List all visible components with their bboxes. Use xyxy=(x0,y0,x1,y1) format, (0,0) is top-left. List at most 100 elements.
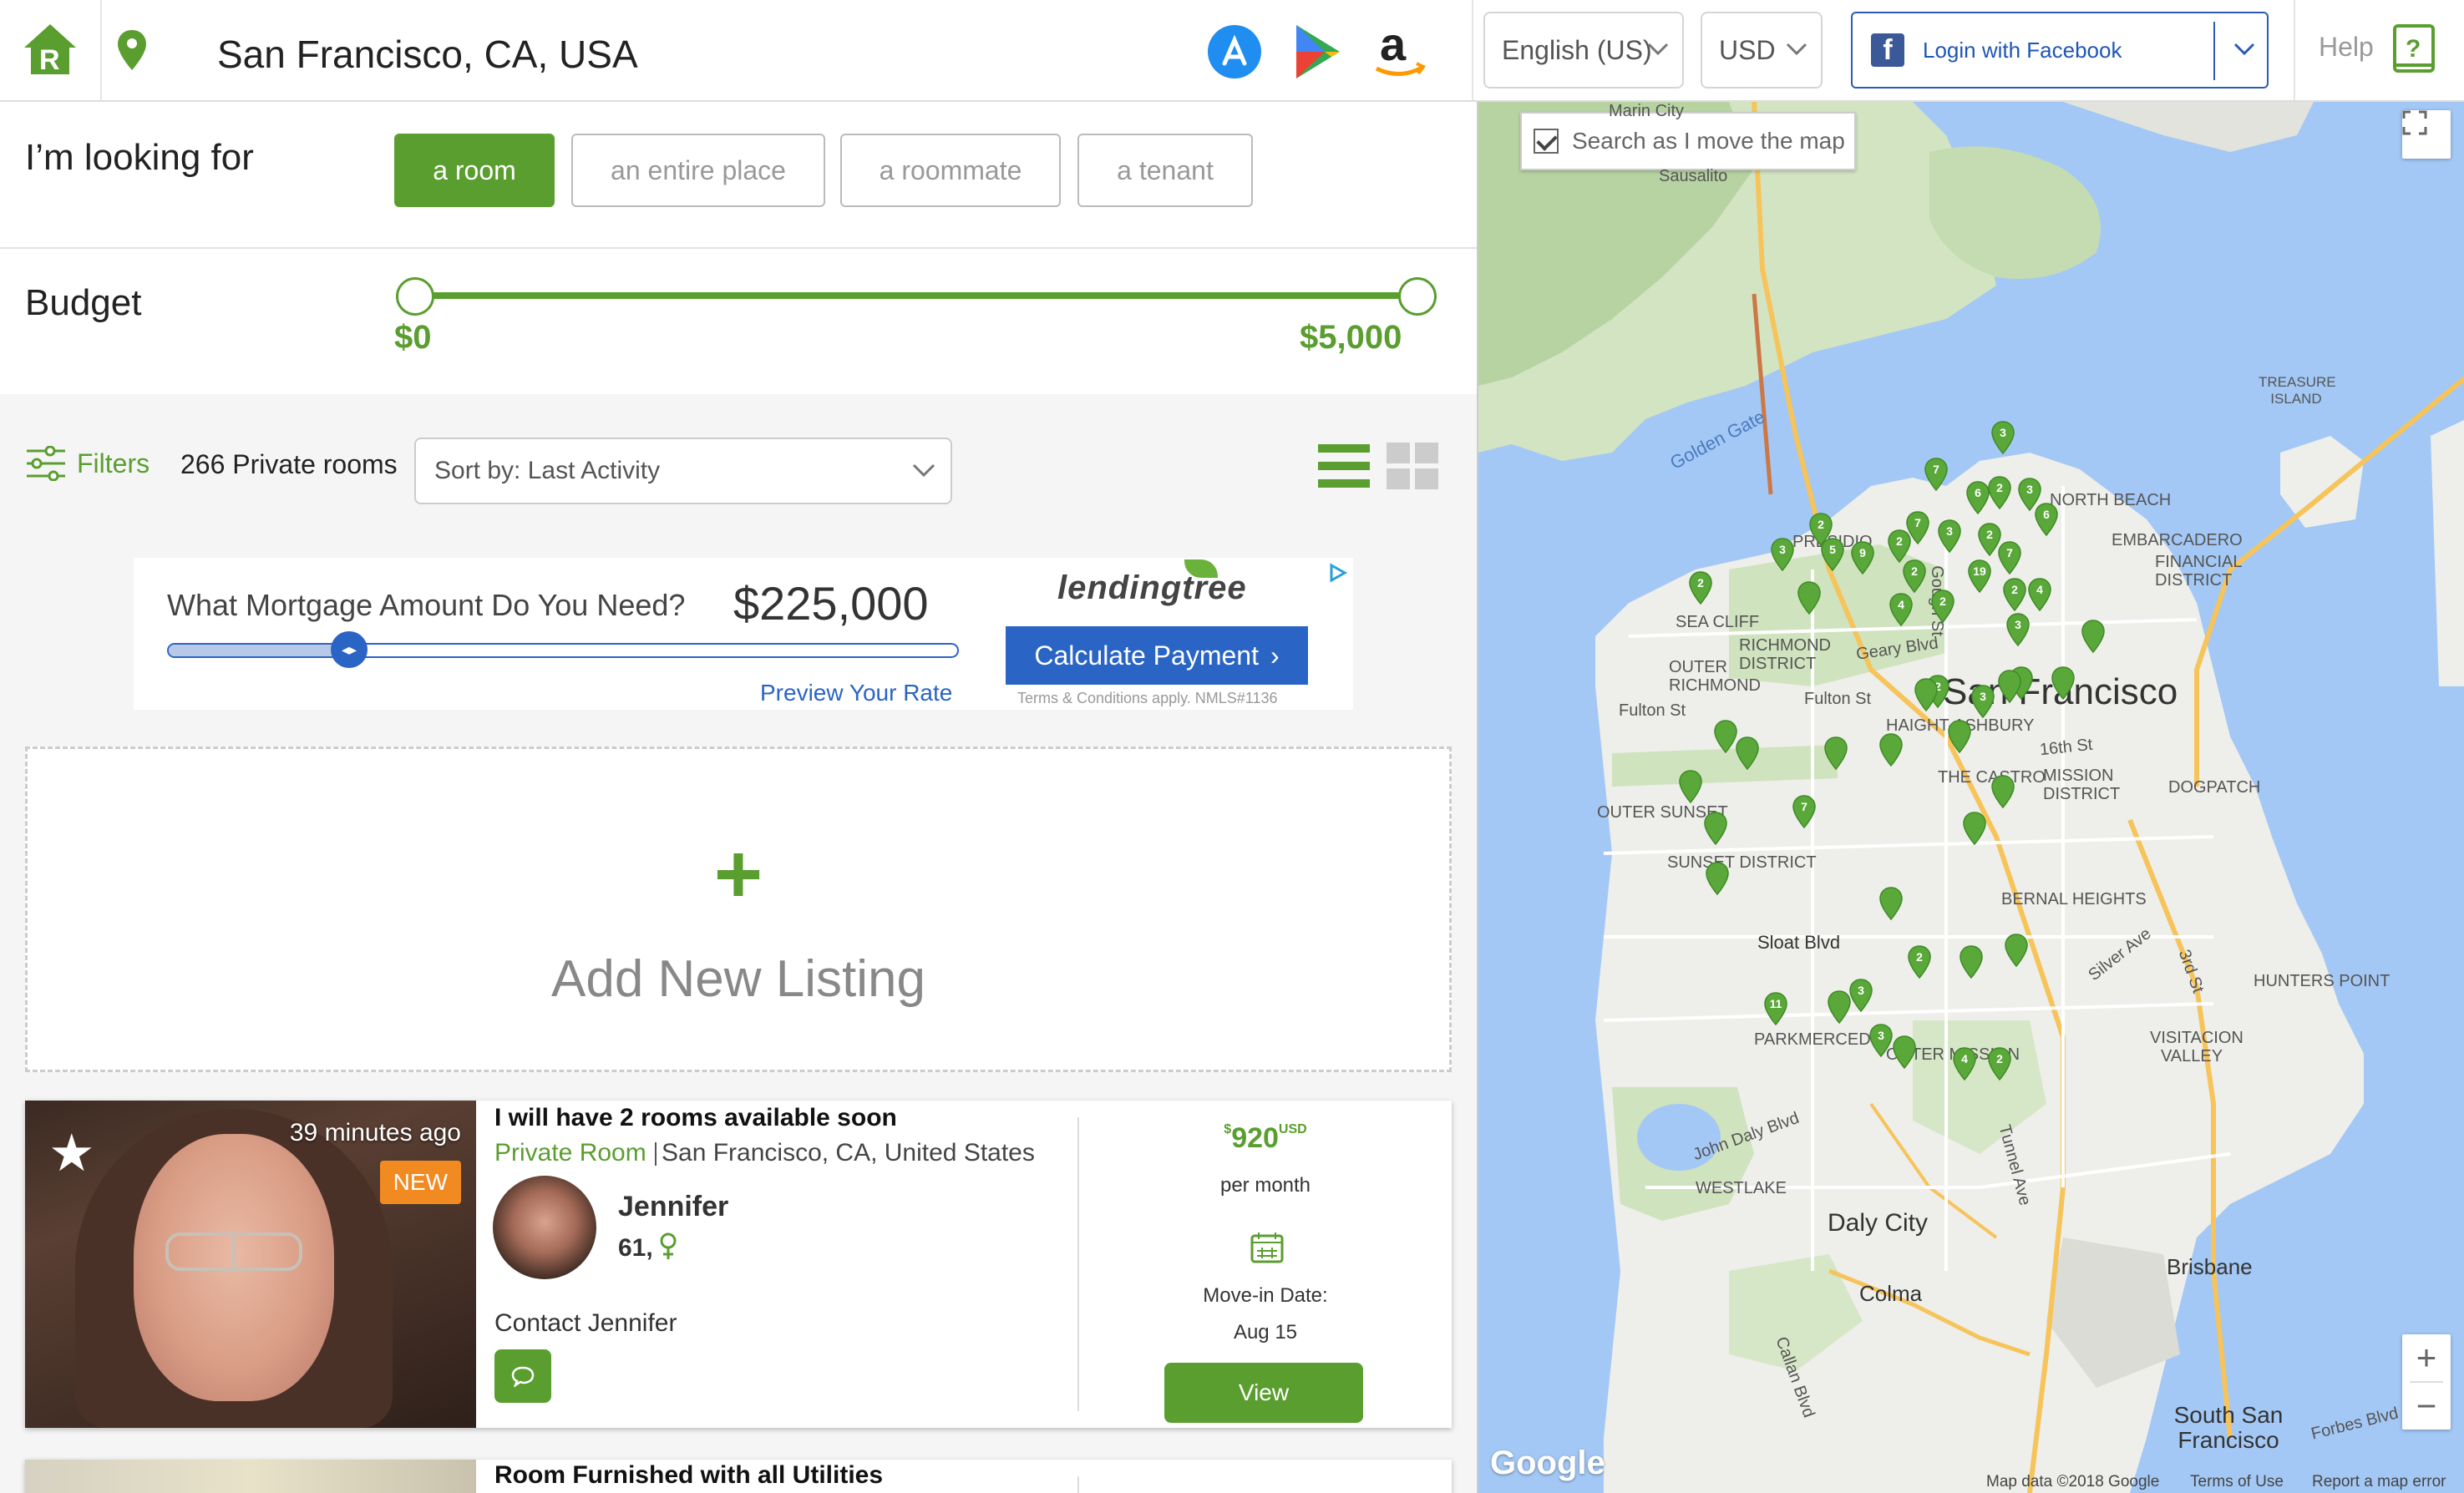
listing-title[interactable]: Room Furnished with all Utilities xyxy=(494,1461,883,1490)
message-button[interactable] xyxy=(494,1349,551,1403)
map-marker-pin[interactable]: 3 xyxy=(1848,979,1873,1012)
currency-select[interactable]: USD xyxy=(1701,12,1823,89)
map-marker-pin[interactable] xyxy=(1703,812,1728,845)
map-marker-pin[interactable]: 3 xyxy=(1970,685,1995,718)
filters-button[interactable]: Filters xyxy=(25,446,150,481)
map-marker-pin[interactable] xyxy=(1947,720,1972,753)
map-marker-pin[interactable]: 2 xyxy=(1930,590,1955,623)
map-marker-pin[interactable]: 3 xyxy=(1868,1024,1894,1057)
type-roommate-button[interactable]: a roommate xyxy=(840,134,1061,207)
report-map-error-link[interactable]: Report a map error xyxy=(2312,1473,2446,1491)
list-view-icon[interactable] xyxy=(1318,443,1370,493)
google-play-icon[interactable] xyxy=(1288,22,1348,82)
listing-photo[interactable] xyxy=(25,1460,476,1493)
search-as-move-checkbox[interactable]: Search as I move the map xyxy=(1520,112,1856,170)
map-marker-pin[interactable]: 3 xyxy=(1990,421,2015,454)
map-marker-pin[interactable]: 7 xyxy=(1997,541,2022,574)
zoom-in-button[interactable]: + xyxy=(2402,1334,2451,1381)
map-label-colma: Colma xyxy=(1859,1281,1923,1306)
map-marker-pin[interactable]: 3 xyxy=(1937,519,1962,553)
map-marker-pin[interactable] xyxy=(2081,620,2106,653)
map-marker-pin[interactable] xyxy=(1827,990,1852,1024)
map-marker-pin[interactable]: 5 xyxy=(1820,538,1845,571)
map-terms-link[interactable]: Terms of Use xyxy=(2190,1473,2284,1491)
calculate-payment-button[interactable]: Calculate Payment › xyxy=(1006,626,1308,685)
chevron-down-icon[interactable] xyxy=(2233,42,2255,57)
svg-text:3: 3 xyxy=(2000,426,2006,439)
amazon-icon[interactable]: a xyxy=(1370,22,1430,82)
help-book-icon[interactable]: ? xyxy=(2392,23,2437,79)
ad-preview-link[interactable]: Preview Your Rate xyxy=(760,680,952,706)
map-marker-pin[interactable] xyxy=(1823,736,1848,770)
map-marker-pin[interactable]: 2 xyxy=(1887,529,1912,563)
map-marker-pin[interactable] xyxy=(1735,736,1760,770)
help-link[interactable]: Help xyxy=(2319,32,2374,63)
listing-photo[interactable]: ★ 39 minutes ago NEW xyxy=(25,1101,476,1428)
map-marker-pin[interactable] xyxy=(1797,581,1822,615)
type-tenant-button[interactable]: a tenant xyxy=(1077,134,1253,207)
map-marker-pin[interactable]: 4 xyxy=(1889,593,1914,626)
map-marker-pin[interactable] xyxy=(1878,887,1904,920)
map-marker-pin[interactable] xyxy=(1705,862,1730,895)
budget-slider-track[interactable] xyxy=(414,292,1417,299)
map-marker-pin[interactable]: 3 xyxy=(1770,538,1795,571)
add-new-listing-card[interactable]: + Add New Listing xyxy=(25,746,1452,1072)
chat-bubble-icon xyxy=(511,1366,535,1387)
chevron-down-icon xyxy=(912,463,935,478)
favorite-star-icon[interactable]: ★ xyxy=(48,1122,95,1183)
map-marker-pin[interactable]: 9 xyxy=(1850,541,1875,574)
map-marker-pin[interactable]: 2 xyxy=(1902,559,1927,593)
avatar[interactable] xyxy=(493,1176,596,1279)
listing-title[interactable]: I will have 2 rooms available soon xyxy=(494,1104,897,1132)
map-marker-pin[interactable]: 2 xyxy=(1907,945,1932,979)
map-marker-pin[interactable] xyxy=(2004,934,2029,967)
map-marker-pin[interactable] xyxy=(1990,775,2015,808)
map-marker-pin[interactable] xyxy=(1997,670,2022,703)
map-marker-pin[interactable]: 7 xyxy=(1792,795,1817,828)
view-listing-button[interactable]: View xyxy=(1164,1363,1363,1423)
map-marker-pin[interactable]: 3 xyxy=(2005,613,2031,646)
map-marker-pin[interactable] xyxy=(1678,770,1703,803)
listing-card[interactable]: ★ 39 minutes ago NEW I will have 2 rooms… xyxy=(25,1101,1452,1428)
map-marker-pin[interactable]: 4 xyxy=(2027,578,2052,611)
language-select[interactable]: English (US) xyxy=(1483,12,1684,89)
map-marker-pin[interactable]: 2 xyxy=(2002,578,2027,611)
results-map[interactable]: Search as I move the map Sausalito Marin… xyxy=(1477,102,2464,1493)
map-marker-pin[interactable]: 2 xyxy=(1987,1047,2012,1081)
looking-for-label: I’m looking for xyxy=(25,137,254,178)
map-marker-pin[interactable] xyxy=(2051,666,2076,700)
map-marker-pin[interactable]: 4 xyxy=(1952,1047,1977,1081)
listing-card[interactable]: Room Furnished with all Utilities xyxy=(25,1460,1452,1493)
map-marker-pin[interactable]: 2 xyxy=(1688,571,1713,605)
facebook-login-button[interactable]: f Login with Facebook xyxy=(1851,12,2269,89)
roomster-logo[interactable]: R xyxy=(0,0,102,100)
map-marker-pin[interactable] xyxy=(1892,1035,1917,1069)
app-store-icon[interactable] xyxy=(1204,22,1265,82)
contact-label: Contact Jennifer xyxy=(494,1309,677,1337)
map-marker-pin[interactable]: 7 xyxy=(1924,458,1949,491)
map-marker-pin[interactable]: 11 xyxy=(1763,992,1788,1025)
budget-min-handle[interactable] xyxy=(396,277,434,316)
sort-select[interactable]: Sort by: Last Activity xyxy=(414,438,952,504)
map-marker-pin[interactable]: 6 xyxy=(2034,503,2059,536)
map-marker-pin[interactable] xyxy=(1914,678,1939,711)
map-marker-pin[interactable] xyxy=(1959,945,1984,979)
type-entire-place-button[interactable]: an entire place xyxy=(571,134,825,207)
map-marker-pin[interactable]: 19 xyxy=(1967,559,1992,593)
grid-view-icon[interactable] xyxy=(1387,443,1438,493)
map-marker-pin[interactable]: 2 xyxy=(1987,476,2012,509)
map-marker-pin[interactable] xyxy=(1878,733,1904,767)
map-marker-pin[interactable] xyxy=(1962,812,1987,845)
ad-amount-slider[interactable] xyxy=(167,643,959,658)
type-room-button[interactable]: a room xyxy=(394,134,555,207)
add-listing-label: Add New Listing xyxy=(550,950,926,1008)
adchoices-icon[interactable] xyxy=(1328,563,1348,587)
ad-slider-handle[interactable]: ◂▸ xyxy=(331,631,368,668)
location-search-input[interactable]: San Francisco, CA, USA xyxy=(217,32,638,77)
fullscreen-button[interactable] xyxy=(2402,110,2451,159)
move-in-label: Move-in Date: xyxy=(1203,1284,1328,1307)
checkbox-checked[interactable] xyxy=(1534,129,1559,154)
budget-max-handle[interactable] xyxy=(1398,277,1437,316)
zoom-out-button[interactable]: − xyxy=(2402,1383,2451,1430)
mortgage-ad[interactable]: What Mortgage Amount Do You Need? $225,0… xyxy=(134,558,1353,710)
